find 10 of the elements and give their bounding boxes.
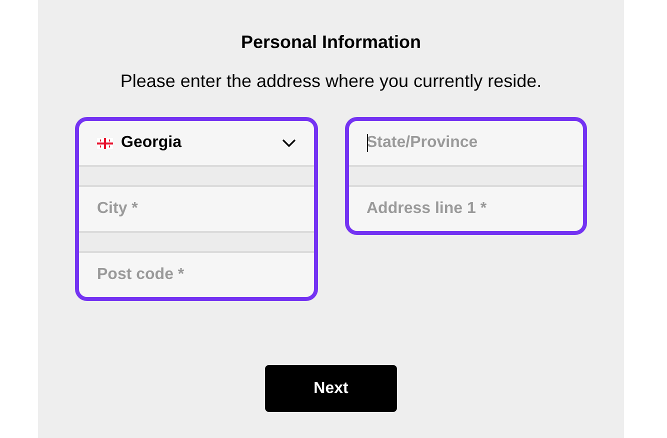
instruction-text: Please enter the address where you currently reside. [120,71,542,92]
next-button[interactable]: Next [265,365,397,412]
text-field[interactable]: State/Province [366,134,565,152]
country-select[interactable]: Georgia [79,121,314,165]
text-field[interactable]: Post code * [97,266,296,284]
flag-icon [97,138,113,148]
chevron-down-icon [282,139,296,147]
text-field[interactable]: City * [97,200,296,218]
page-title: Personal Information [240,32,422,53]
text-field[interactable]: Address line 1 * [366,200,565,218]
